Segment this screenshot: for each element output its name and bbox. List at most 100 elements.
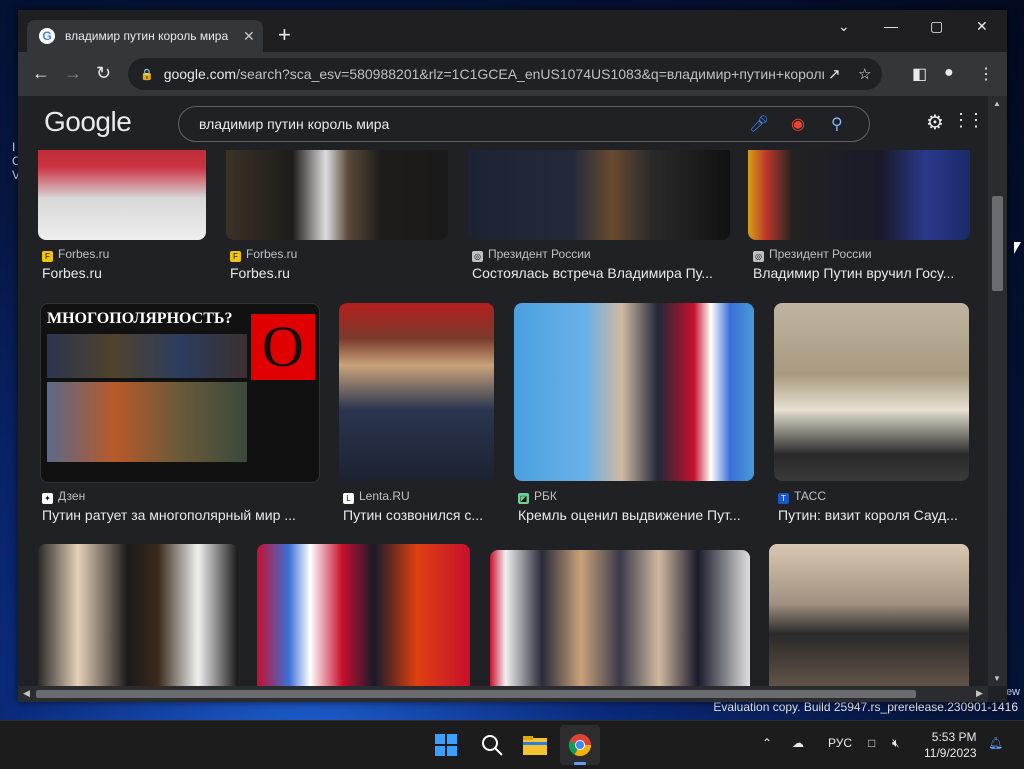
result-caption[interactable]: Путин: визит короля Сауд... [778,507,970,523]
image-thumbnail[interactable] [226,136,448,240]
image-thumbnail[interactable] [339,303,494,481]
result-source[interactable]: L Lenta.RU [343,489,410,504]
active-app-indicator [574,762,586,765]
result-caption[interactable]: Forbes.ru [230,265,430,281]
vertical-scrollbar[interactable]: ▲ ▼ [988,96,1007,686]
search-input[interactable]: владимир путин король мира 🎤︎ ◉ ⚲ [178,106,870,142]
source-name: ТАСС [794,489,827,503]
volume-muted-icon[interactable]: 🔇︎ [892,736,900,751]
search-icon[interactable]: ⚲ [831,114,843,134]
scroll-left-arrow-icon[interactable]: ◀ [23,688,30,699]
horizontal-scrollbar[interactable]: ◀ ▶ [18,686,988,702]
taskbar: ⌃ ☁ РУС □ 🔇︎ 5:53 PM 11/9/2023 🔔︎ [0,720,1024,769]
search-icon[interactable] [480,733,504,757]
share-icon[interactable]: ↗ [828,65,841,83]
apps-grid-icon[interactable]: ⋮⋮⋮ [952,110,988,131]
image-thumbnail[interactable] [769,544,969,686]
scroll-up-arrow-icon[interactable]: ▲ [993,99,1001,108]
image-thumbnail[interactable] [514,303,754,481]
close-window-button[interactable]: ✕ [976,18,988,35]
result-caption[interactable]: Кремль оценил выдвижение Пут... [518,507,754,523]
menu-kebab-icon[interactable]: ⋮ [978,64,994,84]
poster-title: МНОГОПОЛЯРНОСТЬ? [47,310,233,327]
notification-bell-icon[interactable]: 🔔︎ [988,736,1003,750]
scroll-down-arrow-icon[interactable]: ▼ [993,674,1001,683]
scroll-right-arrow-icon[interactable]: ▶ [976,688,983,699]
source-favicon-icon: T [778,493,789,504]
image-thumbnail[interactable] [38,544,238,686]
browser-toolbar: ← → ↻ 🔒 google.com/search?sca_esv=580988… [18,52,1007,96]
result-source[interactable]: F Forbes.ru [42,247,109,262]
google-lens-icon[interactable]: ◉ [791,114,805,134]
clock-time: 5:53 PM [931,730,977,744]
reload-icon[interactable]: ↻ [96,63,111,83]
forward-arrow-icon[interactable]: → [64,63,82,83]
back-arrow-icon[interactable]: ← [32,63,50,83]
source-name: Forbes.ru [58,247,110,261]
tab-close-icon[interactable]: ✕ [243,28,255,45]
network-offline-icon[interactable]: ☁ [792,736,804,750]
poster-logo: O [251,314,315,380]
microphone-icon[interactable]: 🎤︎ [749,114,769,134]
chrome-taskbar-button[interactable] [560,725,600,765]
result-source[interactable]: ◎ Президент России [753,247,872,262]
result-source[interactable]: ◎ Президент России [472,247,591,262]
result-caption[interactable]: Путин созвонился с... [343,507,493,523]
mouse-cursor [1014,242,1021,254]
evaluation-watermark: Evaluation copy. Build 25947.rs_prerelea… [713,700,1018,714]
source-name: Президент России [769,247,872,261]
source-name: Lenta.RU [359,489,410,503]
result-source[interactable]: F Forbes.ru [230,247,297,262]
result-caption[interactable]: Владимир Путин вручил Госу... [753,265,975,281]
display-icon[interactable]: □ [868,736,875,750]
horizontal-scroll-thumb[interactable] [36,690,916,698]
result-caption[interactable]: Состоялась встреча Владимира Пу... [472,265,734,281]
url-path: /search?sca_esv=580988201&rlz=1C1GCEA_en… [236,66,824,82]
source-name: Дзен [58,489,86,503]
desktop-partial-text-right: ew [1005,686,1020,698]
google-favicon-icon: G [39,28,55,44]
system-clock[interactable]: 5:53 PM 11/9/2023 [924,729,977,761]
address-bar[interactable]: 🔒 google.com/search?sca_esv=580988201&rl… [128,58,882,90]
windows-start-icon[interactable] [434,733,458,757]
image-thumbnail[interactable] [490,550,750,686]
new-tab-button[interactable]: + [278,24,291,46]
search-query: владимир путин король мира [199,116,390,132]
maximize-button[interactable]: ▢ [930,18,943,35]
bookmark-star-icon[interactable]: ☆ [858,65,871,83]
browser-tab[interactable]: G владимир путин король мира ✕ [27,20,263,52]
image-thumbnail[interactable] [748,136,970,240]
poster-collage-bottom [47,382,247,462]
poster-collage-top [47,334,247,378]
result-source[interactable]: ✦ Дзен [42,489,85,504]
minimize-button[interactable]: — [884,18,898,34]
result-source[interactable]: T ТАСС [778,489,826,504]
chevron-up-icon[interactable]: ⌃ [762,736,772,750]
google-header: Google владимир путин король мира 🎤︎ ◉ ⚲… [18,96,988,150]
source-favicon-icon: F [42,251,53,262]
tab-search-chevron-icon[interactable]: ⌄ [838,18,850,35]
clock-date: 11/9/2023 [924,746,977,760]
language-indicator[interactable]: РУС [828,736,852,750]
result-caption[interactable]: Forbes.ru [42,265,210,281]
image-thumbnail[interactable] [774,303,969,481]
google-images-page: Google владимир путин король мира 🎤︎ ◉ ⚲… [18,96,988,686]
google-logo[interactable]: Google [44,106,132,138]
source-favicon-icon: L [343,493,354,504]
profile-icon[interactable]: ● [944,64,954,82]
side-panel-icon[interactable]: ◧ [912,64,927,84]
result-caption[interactable]: Путин ратует за многополярный мир ... [42,507,320,523]
source-name: Forbes.ru [246,247,298,261]
result-source[interactable]: ◪ РБК [518,489,557,504]
settings-gear-icon[interactable]: ⚙ [926,110,944,135]
tab-title: владимир путин король мира [65,29,229,43]
image-thumbnail[interactable] [468,136,730,240]
url-text: google.com/search?sca_esv=580988201&rlz=… [164,66,824,82]
file-explorer-icon[interactable] [522,733,548,757]
vertical-scroll-thumb[interactable] [992,196,1003,291]
source-favicon-icon: ◪ [518,493,529,504]
source-favicon-icon: F [230,251,241,262]
image-thumbnail[interactable] [257,544,470,686]
image-thumbnail[interactable]: МНОГОПОЛЯРНОСТЬ? O [40,303,320,483]
image-thumbnail[interactable] [38,136,206,240]
